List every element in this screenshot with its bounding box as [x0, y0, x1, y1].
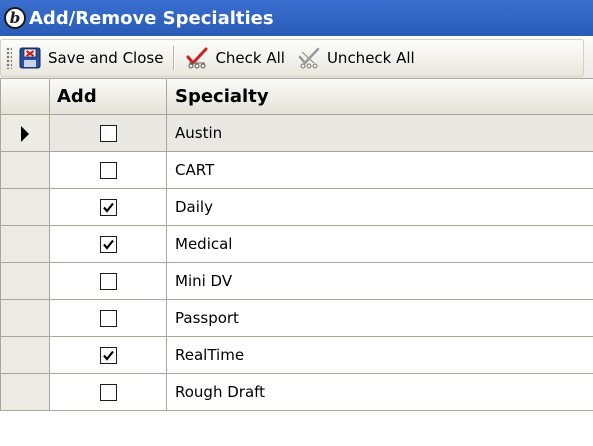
toolbar-strip: Save and Close Check All Uncheck All	[0, 39, 584, 77]
row-selector[interactable]	[0, 374, 50, 411]
table-row[interactable]: RealTime	[0, 337, 593, 374]
add-checkbox[interactable]	[99, 235, 117, 253]
column-header-add[interactable]: Add	[50, 78, 167, 115]
floppy-save-icon	[19, 47, 41, 69]
add-checkbox[interactable]	[99, 198, 117, 216]
uncheck-all-label: Uncheck All	[326, 49, 415, 67]
table-row[interactable]: CART	[0, 152, 593, 189]
add-cell	[50, 374, 167, 411]
add-cell	[50, 263, 167, 300]
add-checkbox[interactable]	[99, 346, 117, 364]
add-checkbox[interactable]	[99, 161, 117, 179]
current-row-arrow-icon	[21, 126, 29, 142]
row-selector-header[interactable]	[0, 78, 50, 115]
table-row[interactable]: Daily	[0, 189, 593, 226]
add-cell	[50, 115, 167, 152]
add-cell	[50, 300, 167, 337]
checkmark-icon	[102, 350, 114, 361]
specialty-cell[interactable]: CART	[167, 152, 593, 189]
check-all-button[interactable]: Check All	[179, 43, 291, 73]
specialty-cell[interactable]: Medical	[167, 226, 593, 263]
table-row[interactable]: Mini DV	[0, 263, 593, 300]
toolbar: Save and Close Check All Uncheck All	[0, 36, 593, 79]
uncheck-all-icon	[298, 47, 320, 69]
checkmark-icon	[102, 239, 114, 250]
toolbar-separator	[173, 46, 176, 70]
app-logo-icon: b	[4, 7, 26, 29]
add-checkbox[interactable]	[99, 272, 117, 290]
specialties-grid: Add Specialty Austin CART Daily Medical Mini…	[0, 78, 593, 446]
save-and-close-label: Save and Close	[48, 49, 164, 67]
specialty-cell[interactable]: Daily	[167, 189, 593, 226]
check-all-icon	[186, 47, 208, 69]
specialty-cell[interactable]: RealTime	[167, 337, 593, 374]
add-checkbox[interactable]	[99, 309, 117, 327]
specialty-cell[interactable]: Passport	[167, 300, 593, 337]
window-title: Add/Remove Specialties	[29, 7, 274, 29]
row-selector[interactable]	[0, 337, 50, 374]
checkmark-icon	[102, 202, 114, 213]
row-selector[interactable]	[0, 263, 50, 300]
grid-header-row: Add Specialty	[0, 78, 593, 115]
table-row[interactable]: Medical	[0, 226, 593, 263]
table-row[interactable]: Passport	[0, 300, 593, 337]
table-row[interactable]: Austin	[0, 115, 593, 152]
table-row[interactable]: Rough Draft	[0, 374, 593, 411]
add-checkbox[interactable]	[99, 383, 117, 401]
uncheck-all-button[interactable]: Uncheck All	[291, 43, 421, 73]
add-cell	[50, 226, 167, 263]
add-checkbox[interactable]	[99, 124, 117, 142]
row-selector[interactable]	[0, 226, 50, 263]
add-cell	[50, 152, 167, 189]
add-cell	[50, 337, 167, 374]
specialty-cell[interactable]: Rough Draft	[167, 374, 593, 411]
specialty-cell[interactable]: Mini DV	[167, 263, 593, 300]
add-cell	[50, 189, 167, 226]
check-all-label: Check All	[215, 49, 285, 67]
row-selector[interactable]	[0, 152, 50, 189]
row-selector[interactable]	[0, 189, 50, 226]
column-header-specialty[interactable]: Specialty	[167, 78, 593, 115]
row-selector[interactable]	[0, 115, 50, 152]
row-selector[interactable]	[0, 300, 50, 337]
title-bar[interactable]: b Add/Remove Specialties	[0, 0, 593, 36]
specialty-cell[interactable]: Austin	[167, 115, 593, 152]
save-and-close-button[interactable]: Save and Close	[12, 43, 169, 73]
